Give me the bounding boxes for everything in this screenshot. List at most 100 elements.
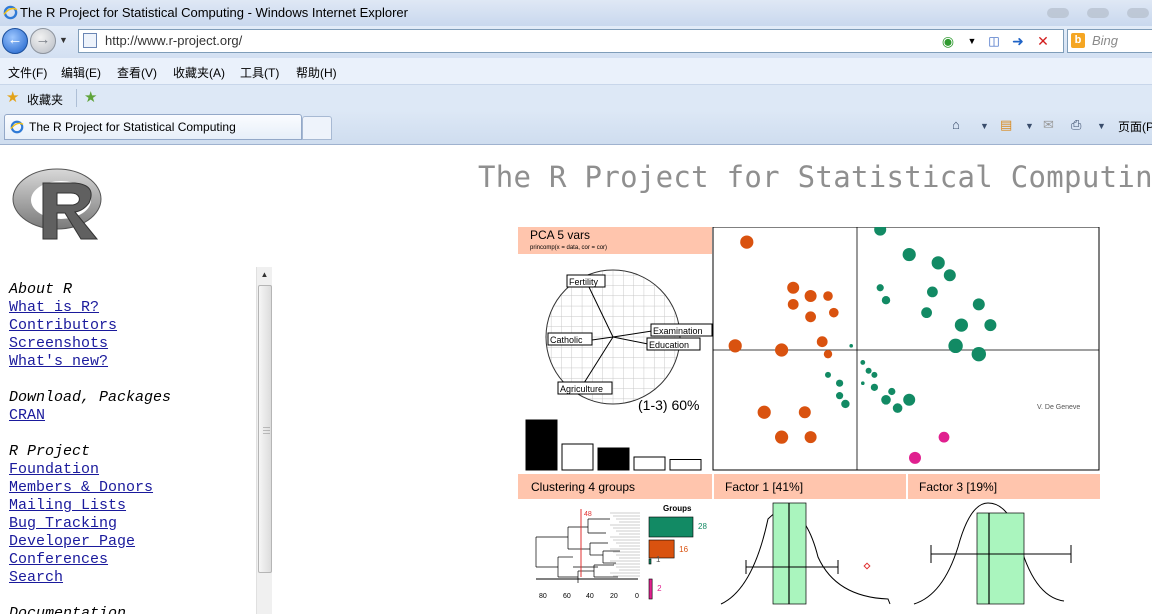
tab-title: The R Project for Statistical Computing (29, 120, 236, 134)
groups-label: Groups (663, 504, 692, 513)
loading-arrow-examination (612, 330, 653, 338)
figure-canvas: PCA 5 vars princomp(x = data, cor = cor)… (518, 223, 1100, 605)
page-viewport: The R Project for Statistical Computing … (0, 145, 1152, 614)
favorites-star-icon[interactable]: ★ (6, 88, 19, 106)
nav-link-search[interactable]: Search (9, 569, 171, 587)
group-bar (648, 516, 694, 538)
menu-file[interactable]: 文件(F) (8, 64, 47, 81)
pca-subtitle: princomp(x = data, cor = cor) (530, 245, 607, 251)
group-count-label: 2 (657, 584, 662, 593)
groups-chart: Groups 28 16 1 2 (648, 504, 707, 600)
compatibility-icon[interactable]: ◉ (939, 32, 957, 50)
tab-r-project[interactable]: The R Project for Statistical Computing (4, 114, 302, 140)
dendrogram-tick-20: 20 (610, 593, 618, 600)
green-point (836, 392, 844, 400)
dendrogram-tick-0: 0 (635, 593, 639, 600)
stop-icon[interactable]: ✕ (1034, 32, 1052, 50)
scrollbar-thumb[interactable]: — — — (258, 285, 272, 573)
green-point (984, 319, 997, 332)
green-point (954, 318, 968, 332)
home-icon[interactable]: ⌂ (952, 117, 960, 132)
green-point (921, 307, 932, 319)
forward-button[interactable]: → (30, 28, 56, 54)
var-label-education: Education (649, 340, 689, 350)
green-point (943, 269, 956, 282)
search-placeholder[interactable]: Bing (1092, 33, 1118, 48)
orange-point (798, 406, 811, 419)
address-url[interactable]: http://www.r-project.org/ (105, 33, 242, 48)
nav-link-screenshots[interactable]: Screenshots (9, 335, 171, 353)
print-dropdown-icon[interactable]: ▼ (1097, 121, 1106, 131)
nav-link-members-donors[interactable]: Members & Donors (9, 479, 171, 497)
var-label-fertility: Fertility (569, 277, 598, 287)
nav-link-what-is-r[interactable]: What is R? (9, 299, 171, 317)
maximize-button[interactable] (1087, 8, 1109, 18)
nav-link-bug-tracking[interactable]: Bug Tracking (9, 515, 171, 533)
group-bar (648, 539, 675, 559)
pca-title: PCA 5 vars (530, 228, 590, 242)
new-tab-button[interactable] (302, 116, 332, 140)
factor1-density-plot (720, 502, 891, 605)
nav-link-mailing-lists[interactable]: Mailing Lists (9, 497, 171, 515)
scatter-credit: V. De Geneve (1037, 404, 1080, 411)
menu-edit[interactable]: 编辑(E) (61, 64, 101, 81)
rss-feed-icon[interactable]: ▤ (1000, 117, 1012, 133)
history-dropdown-icon[interactable]: ▼ (59, 35, 68, 45)
favorites-button[interactable]: 收藏夹 (27, 91, 63, 108)
page-menu[interactable]: 页面(P (1118, 118, 1152, 135)
minimize-button[interactable] (1047, 8, 1069, 18)
favorites-divider (76, 89, 77, 107)
factor3-iqr-box (976, 512, 1025, 605)
menu-view[interactable]: 查看(V) (117, 64, 157, 81)
green-point (971, 346, 986, 362)
magenta-point (909, 451, 921, 464)
print-icon[interactable]: ⎙ (1071, 117, 1081, 133)
variance-explained-label: (1-3) 60% (638, 397, 699, 413)
green-point (870, 383, 878, 391)
sidebar-scrollbar[interactable]: ▲ — — — (256, 267, 272, 614)
feed-dropdown-icon[interactable]: ▼ (1025, 121, 1034, 131)
orange-point (804, 290, 817, 303)
nav-link-cran[interactable]: CRAN (9, 407, 171, 425)
nav-link-developer-page[interactable]: Developer Page (9, 533, 171, 551)
nav-spacer (9, 371, 171, 389)
group-bar (648, 558, 652, 565)
tab-ie-icon (10, 120, 24, 134)
scree-bar (669, 459, 702, 471)
address-bar[interactable]: http://www.r-project.org/ ◉ ▼ ◫ ➜ ✕ (78, 29, 1064, 53)
sidebar-nav: About R What is R? Contributors Screensh… (9, 281, 171, 614)
green-point (861, 381, 865, 385)
green-point (860, 360, 866, 365)
go-icon[interactable]: ➜ (1009, 32, 1027, 50)
nav-link-conferences[interactable]: Conferences (9, 551, 171, 569)
window-titlebar: The R Project for Statistical Computing … (0, 0, 1152, 27)
dendrogram-tick-60: 60 (563, 593, 571, 600)
green-point (881, 296, 891, 305)
nav-link-whats-new[interactable]: What's new? (9, 353, 171, 371)
compat-view-icon[interactable]: ◫ (985, 32, 1003, 50)
r-graphics-figure[interactable]: PCA 5 vars princomp(x = data, cor = cor)… (518, 223, 1100, 614)
nav-heading-documentation: Documentation (9, 605, 127, 614)
scroll-up-arrow-icon[interactable]: ▲ (257, 267, 272, 282)
menu-help[interactable]: 帮助(H) (296, 64, 337, 81)
nav-link-contributors[interactable]: Contributors (9, 317, 171, 335)
close-window-button[interactable] (1127, 8, 1149, 18)
menu-tools[interactable]: 工具(T) (240, 64, 279, 81)
green-point (825, 371, 831, 378)
address-dropdown-icon[interactable]: ▼ (963, 32, 981, 50)
back-button[interactable]: ← (2, 28, 28, 54)
orange-point (787, 281, 800, 294)
mail-icon[interactable]: ✉ (1043, 117, 1054, 133)
nav-link-foundation[interactable]: Foundation (9, 461, 171, 479)
green-point (972, 298, 985, 311)
r-logo-icon[interactable] (9, 163, 111, 241)
search-box[interactable]: b Bing (1067, 29, 1152, 53)
var-label-examination: Examination (653, 326, 703, 336)
factor1-outlier (863, 562, 871, 570)
scree-bar (525, 419, 558, 471)
add-favorite-icon[interactable]: ★ (84, 88, 97, 106)
home-dropdown-icon[interactable]: ▼ (980, 121, 989, 131)
group-bars: 28 16 1 2 (648, 516, 707, 600)
menu-favorites[interactable]: 收藏夹(A) (173, 64, 225, 81)
factor3-density-plot (913, 502, 1072, 605)
